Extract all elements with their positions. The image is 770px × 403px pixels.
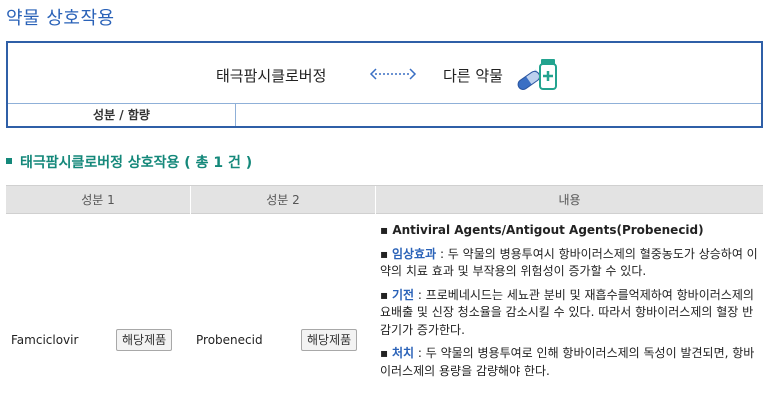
- header-ingredient-2: 성분 2: [191, 186, 376, 214]
- management-item: ▪ 처치 : 두 약물의 병용투여로 인해 항바이러스제의 독성이 발견되면, …: [380, 346, 755, 378]
- header-content: 내용: [558, 193, 581, 207]
- ingredient-2-name: Probenecid: [196, 333, 263, 347]
- related-products-button-2[interactable]: 해당제품: [301, 329, 358, 351]
- drug-pair-row: 태극팜시클로버정 다른 약물: [8, 43, 761, 104]
- table-row: Famciclovir 해당제품 Probenecid 해당제품 ▪ Antiv…: [6, 214, 763, 403]
- drug-b-name: 다른 약물: [443, 67, 503, 85]
- interaction-content: ▪ Antiviral Agents/Antigout Agents(Probe…: [380, 222, 762, 386]
- interaction-summary-box: 태극팜시클로버정 다른 약물 성분 / 함량: [6, 41, 763, 128]
- component-row: 성분 / 함량: [8, 104, 761, 126]
- agent-name: Antiviral Agents/Antigout Agents(Probene…: [392, 223, 704, 237]
- component-value: [237, 104, 757, 126]
- header-ingredient-1: 성분 1: [6, 186, 191, 214]
- square-bullet-icon: [6, 158, 12, 164]
- related-products-button-1[interactable]: 해당제품: [116, 329, 173, 351]
- management-text: 두 약물의 병용투여로 인해 항바이러스제의 독성이 발견되면, 항바이러스제의…: [380, 346, 755, 378]
- management-label: 처치: [391, 346, 415, 360]
- pill-bottle-icon: [517, 59, 557, 90]
- mechanism-label: 기전: [391, 287, 415, 302]
- mechanism-text: 프로베네시드는 세뇨관 분비 및 재흡수를억제하여 항바이러스제의 요배출 및 …: [380, 287, 754, 337]
- double-arrow-icon: [369, 68, 417, 80]
- agent-line: ▪ Antiviral Agents/Antigout Agents(Probe…: [380, 223, 704, 237]
- section-title-text: 태극팜시클로버정 상호작용 ( 총 1 건 ): [20, 155, 253, 171]
- clinical-effect-text: 두 약물의 병용투여시 항바이러스제의 혈중농도가 상승하여 이 약의 치료 효…: [380, 246, 758, 279]
- table-header: 성분 1 성분 2 내용: [6, 185, 763, 214]
- clinical-effect-item: ▪ 임상효과 : 두 약물의 병용투여시 항바이러스제의 혈중농도가 상승하여 …: [380, 246, 758, 279]
- mechanism-item: ▪ 기전 : 프로베네시드는 세뇨관 분비 및 재흡수를억제하여 항바이러스제의…: [380, 287, 754, 337]
- ingredient-1-name: Famciclovir: [11, 333, 79, 347]
- section-title: 태극팜시클로버정 상호작용 ( 총 1 건 ): [6, 152, 252, 172]
- component-label: 성분 / 함량: [8, 104, 236, 126]
- page-title: 약물 상호작용: [6, 8, 115, 29]
- clinical-effect-label: 임상효과: [391, 246, 437, 261]
- drug-a-name: 태극팜시클로버정: [216, 67, 327, 85]
